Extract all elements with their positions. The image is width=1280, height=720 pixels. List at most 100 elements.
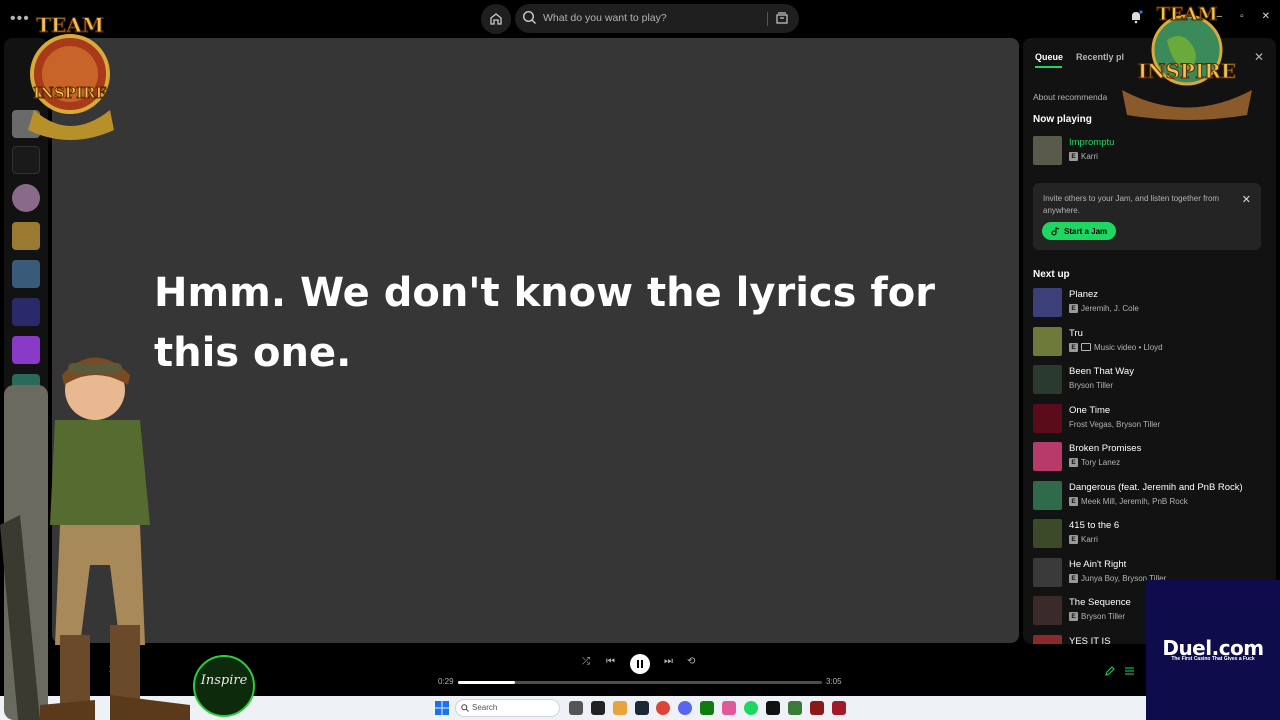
search-input[interactable]: What do you want to play? — [543, 12, 667, 24]
queue-track[interactable]: Broken Promises E Tory Lanez — [1033, 441, 1273, 473]
track-title: Broken Promises — [1069, 443, 1142, 454]
lyrics-unavailable-message: Hmm. We don't know the lyrics for this o… — [154, 270, 935, 376]
search-bar[interactable]: What do you want to play? — [515, 4, 799, 33]
track-artist: Bryson Tiller — [1069, 381, 1114, 390]
taskbar-app-icon[interactable] — [591, 701, 605, 715]
queue-track[interactable]: 415 to the 6 E Karri — [1033, 518, 1273, 550]
elapsed-time: 0:29 — [438, 677, 454, 686]
team-inspire-logo-right: TEAM INSPIRE — [1122, 4, 1252, 120]
progress-bar[interactable] — [458, 681, 822, 684]
track-artist-line: E Meek Mill, Jeremih, PnB Rock — [1069, 496, 1188, 506]
explicit-icon: E — [1069, 573, 1078, 583]
soldier-character-overlay — [0, 357, 190, 720]
chrome-icon[interactable] — [656, 701, 670, 715]
logo-text-inspire: INSPIRE — [33, 84, 107, 102]
pause-icon — [637, 660, 643, 668]
explicit-icon: E — [1069, 612, 1078, 621]
taskbar-app-icon[interactable] — [569, 701, 583, 715]
track-artist-line: Frost Vegas, Bryson Tiller — [1069, 420, 1160, 429]
previous-icon[interactable]: ⏮ — [606, 656, 615, 667]
queue-panel: Queue Recently pl ✕ About recommenda Now… — [1023, 38, 1276, 644]
taskbar-app-icon[interactable] — [810, 701, 824, 715]
album-art — [1033, 480, 1062, 510]
about-recommendations-link[interactable]: About recommenda — [1033, 92, 1107, 102]
track-artist-line: E Karri — [1069, 152, 1098, 161]
track-artist: Karri — [1081, 535, 1098, 544]
album-art — [1033, 596, 1062, 625]
explicit-icon: E — [1069, 304, 1078, 313]
track-title: He Ain't Right — [1069, 558, 1127, 570]
edit-icon[interactable] — [1104, 666, 1115, 677]
search-icon — [522, 10, 536, 24]
library-item[interactable] — [12, 260, 40, 288]
library-item[interactable] — [12, 298, 40, 326]
track-artist: Frost Vegas, Bryson Tiller — [1069, 419, 1161, 429]
now-playing-track[interactable]: Impromptu E Karri — [1033, 135, 1273, 167]
taskbar-app-icon[interactable] — [832, 701, 846, 715]
track-title: Planez — [1069, 289, 1099, 300]
tab-active-indicator — [1035, 66, 1062, 68]
track-artist: Music video • Lloyd — [1094, 342, 1163, 352]
queue-track[interactable]: Dangerous (feat. Jeremih and PnB Rock) E M… — [1033, 480, 1273, 512]
album-art — [1033, 557, 1062, 587]
logo-text-inspire: INSPIRE — [1138, 59, 1236, 83]
queue-track[interactable]: Planez E Jeremih, J. Cole — [1033, 287, 1273, 319]
track-title: Tru — [1069, 327, 1083, 339]
top-bar: ••• What do you want to play? – ▫ ✕ — [0, 0, 1280, 38]
track-title: The Sequence — [1069, 597, 1131, 608]
logo-text-team: TEAM — [36, 13, 104, 37]
duel-sponsor-overlay: Duel.com The First Casino That Gives a F… — [1146, 580, 1280, 720]
queue-track[interactable]: Been That Way Bryson Tiller — [1033, 364, 1273, 396]
explicit-icon: E — [1069, 152, 1078, 161]
track-artist: Meek Mill, Jeremih, PnB Rock — [1081, 496, 1188, 506]
tab-queue[interactable]: Queue — [1035, 52, 1063, 62]
discord-icon[interactable] — [678, 701, 692, 715]
pause-button[interactable] — [630, 654, 650, 674]
xbox-icon[interactable] — [700, 701, 714, 715]
repeat-icon[interactable]: ⟲ — [687, 656, 695, 667]
album-art — [1033, 136, 1062, 165]
shuffle-icon[interactable]: ⤮ — [582, 656, 590, 667]
track-title: Impromptu — [1069, 137, 1115, 148]
library-item[interactable] — [12, 222, 40, 250]
explicit-icon: E — [1069, 458, 1078, 467]
album-art — [1033, 634, 1062, 644]
taskbar-app-icon[interactable] — [635, 701, 649, 715]
close-window-icon[interactable]: ✕ — [1262, 11, 1270, 22]
album-art — [1033, 519, 1062, 548]
inspire-live-badge: Inspire — [193, 655, 255, 717]
home-icon — [490, 13, 502, 25]
album-art — [1033, 403, 1062, 433]
queue-track[interactable]: Tru E Music video • Lloyd — [1033, 326, 1273, 358]
music-video-icon — [1081, 343, 1091, 351]
duration-time: 3:05 — [826, 677, 842, 686]
live-badge-text: Inspire — [200, 673, 248, 688]
track-artist: Tory Lanez — [1081, 458, 1121, 467]
track-title: YES IT IS — [1069, 635, 1111, 645]
track-artist: Jeremih, J. Cole — [1081, 304, 1139, 313]
track-artist: Bryson Tiller — [1081, 612, 1126, 621]
home-button[interactable] — [481, 4, 511, 34]
dismiss-jam-icon[interactable]: ✕ — [1242, 193, 1251, 206]
next-icon[interactable]: ⏭ — [664, 656, 673, 667]
start-jam-button[interactable]: Start a Jam — [1042, 222, 1117, 240]
queue-icon[interactable] — [1124, 666, 1135, 677]
queue-track[interactable]: One Time Frost Vegas, Bryson Tiller — [1033, 403, 1273, 435]
logo-text-team: TEAM — [1156, 4, 1217, 25]
track-artist-line: E Karri — [1069, 535, 1098, 544]
track-title: One Time — [1069, 404, 1111, 416]
taskbar-app-icon[interactable] — [722, 701, 736, 715]
windows-start-icon[interactable] — [435, 701, 449, 715]
taskbar-app-icon[interactable] — [766, 701, 780, 715]
spotify-icon[interactable] — [744, 701, 758, 715]
library-item[interactable] — [12, 184, 40, 212]
track-title: 415 to the 6 — [1069, 520, 1120, 531]
taskbar-search[interactable]: Search — [455, 699, 560, 717]
taskbar-app-icon[interactable] — [613, 701, 627, 715]
track-title: Been That Way — [1069, 366, 1134, 377]
browse-icon[interactable] — [775, 11, 789, 25]
library-item[interactable] — [12, 146, 40, 174]
progress-fill — [458, 681, 516, 684]
explicit-icon: E — [1069, 535, 1078, 544]
taskbar-app-icon[interactable] — [788, 701, 802, 715]
